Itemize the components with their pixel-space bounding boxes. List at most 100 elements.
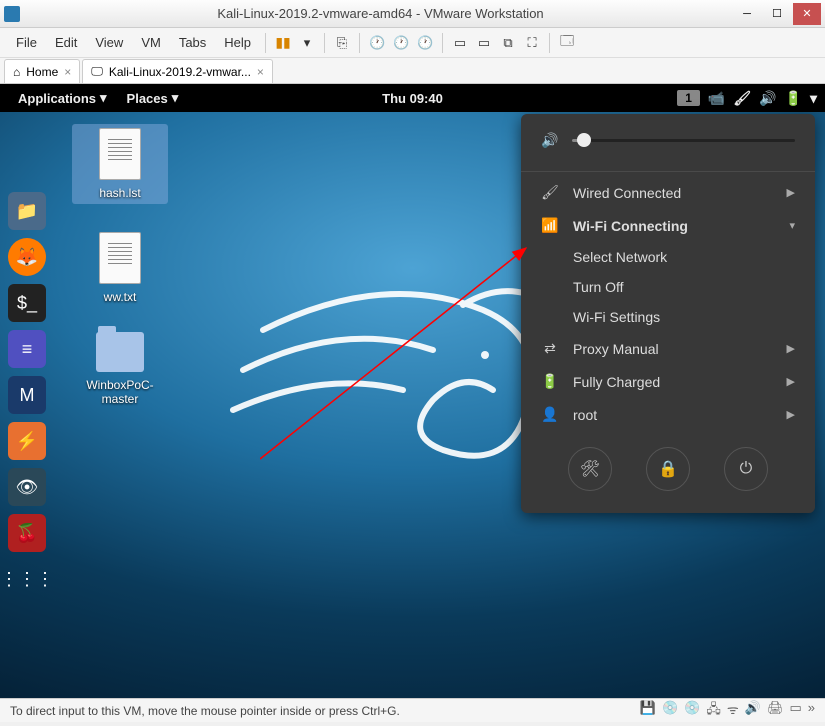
- desktop-icon-hash[interactable]: hash.lst: [72, 124, 168, 204]
- snapshot-icon[interactable]: 🕐: [366, 32, 388, 54]
- chevron-down-icon: ▾: [172, 90, 179, 106]
- places-menu[interactable]: Places▾: [119, 90, 187, 106]
- speaker-icon: 🔊: [541, 132, 558, 149]
- close-button[interactable]: ✕: [793, 3, 821, 25]
- text-file-icon: [99, 232, 141, 284]
- send-icon[interactable]: ⎘: [331, 32, 353, 54]
- volume-slider[interactable]: [572, 139, 795, 142]
- menu-tabs[interactable]: Tabs: [171, 31, 214, 54]
- network-icon[interactable]: 🖧: [706, 700, 721, 722]
- vmware-menubar: File Edit View VM Tabs Help ▮▮ ▾ ⎘ 🕐 🕐 🕐…: [0, 28, 825, 58]
- battery-icon: 🔋: [541, 373, 559, 390]
- chevron-right-icon: ▶: [787, 408, 795, 421]
- sound-icon[interactable]: 🔊: [745, 700, 761, 722]
- dropdown-icon[interactable]: ▾: [296, 32, 318, 54]
- dock-firefox[interactable]: 🦊: [8, 238, 46, 276]
- proxy-icon: ⇄: [541, 340, 559, 357]
- wifi-turn-off[interactable]: Turn Off: [521, 272, 815, 302]
- settings-button[interactable]: 🛠: [568, 447, 612, 491]
- usb-icon[interactable]: ᯤ: [727, 700, 739, 722]
- menu-wired[interactable]: 🖌 Wired Connected ▶: [521, 176, 815, 209]
- desktop-icon-ww[interactable]: ww.txt: [72, 232, 168, 304]
- dock-terminal[interactable]: $_: [8, 284, 46, 322]
- printer-icon[interactable]: 🖨: [767, 700, 784, 722]
- dock-zenmap[interactable]: 👁: [8, 468, 46, 506]
- chevron-right-icon: ▶: [787, 342, 795, 355]
- vm-viewport[interactable]: Applications▾ Places▾ Thu 09:40 1 📹 🖌 🔊 …: [0, 84, 825, 698]
- menu-proxy[interactable]: ⇄ Proxy Manual ▶: [521, 332, 815, 365]
- dock-cherrytree[interactable]: 🍒: [8, 514, 46, 552]
- chevron-down-icon: ▾: [789, 219, 795, 232]
- tab-vm-close[interactable]: ×: [257, 65, 264, 79]
- tab-home[interactable]: ⌂ Home ×: [4, 59, 80, 83]
- dock: 📁 🦊 $_ ≡ M ⚡ 👁 🍒 ⋮⋮⋮: [0, 184, 54, 606]
- unity-icon[interactable]: ▭: [473, 32, 495, 54]
- chevron-icon[interactable]: »: [808, 700, 815, 722]
- maximize-button[interactable]: ☐: [763, 3, 791, 25]
- vmware-statusbar: To direct input to this VM, move the mou…: [0, 698, 825, 722]
- revert-icon[interactable]: 🕐: [390, 32, 412, 54]
- wifi-select-network[interactable]: Select Network: [521, 242, 815, 272]
- stretch-icon[interactable]: ⛶: [521, 32, 543, 54]
- chevron-right-icon: ▶: [787, 186, 795, 199]
- wifi-settings[interactable]: Wi-Fi Settings: [521, 302, 815, 332]
- menu-view[interactable]: View: [87, 31, 131, 54]
- tab-home-close[interactable]: ×: [64, 65, 71, 79]
- vmware-logo-icon: [4, 6, 20, 22]
- desktop-icons: hash.lst ww.txt WinboxPoC-master: [72, 124, 168, 406]
- record-icon[interactable]: 📹: [708, 90, 725, 107]
- status-text: To direct input to this VM, move the mou…: [10, 704, 400, 718]
- dock-metasploit[interactable]: M: [8, 376, 46, 414]
- icon-label: hash.lst: [99, 186, 140, 200]
- chevron-right-icon: ▶: [787, 375, 795, 388]
- dock-files[interactable]: 📁: [8, 192, 46, 230]
- disk-icon[interactable]: 💾: [640, 700, 656, 722]
- volume-slider-row: 🔊: [521, 114, 815, 167]
- vmware-tabs: ⌂ Home × 🖵 Kali-Linux-2019.2-vmwar... ×: [0, 58, 825, 84]
- dock-burpsuite[interactable]: ⚡: [8, 422, 46, 460]
- menu-battery[interactable]: 🔋 Fully Charged ▶: [521, 365, 815, 398]
- minimize-button[interactable]: ─: [733, 3, 761, 25]
- library-icon[interactable]: 🗔: [556, 32, 578, 54]
- folder-icon: [96, 332, 144, 372]
- wifi-icon: 📶: [541, 217, 559, 234]
- user-icon: 👤: [541, 406, 559, 423]
- tab-vm-label: Kali-Linux-2019.2-vmwar...: [109, 65, 251, 79]
- menu-user[interactable]: 👤 root ▶: [521, 398, 815, 431]
- brush-icon: 🖌: [541, 184, 559, 201]
- brush-icon[interactable]: 🖌: [733, 90, 751, 107]
- power-button[interactable]: ⏻: [724, 447, 768, 491]
- chevron-down-icon: ▾: [100, 90, 107, 106]
- clock[interactable]: Thu 09:40: [374, 91, 451, 106]
- workspace-indicator[interactable]: 1: [677, 90, 700, 106]
- applications-menu[interactable]: Applications▾: [10, 90, 115, 106]
- console-icon[interactable]: ⧉: [497, 32, 519, 54]
- icon-label: ww.txt: [104, 290, 137, 304]
- menu-help[interactable]: Help: [216, 31, 259, 54]
- dock-texteditor[interactable]: ≡: [8, 330, 46, 368]
- pause-icon[interactable]: ▮▮: [272, 32, 294, 54]
- icon-label: WinboxPoC-master: [72, 378, 168, 406]
- manage-snapshot-icon[interactable]: 🕐: [414, 32, 436, 54]
- menu-wifi[interactable]: 📶 Wi-Fi Connecting ▾: [521, 209, 815, 242]
- window-title: Kali-Linux-2019.2-vmware-amd64 - VMware …: [28, 6, 733, 21]
- menu-vm[interactable]: VM: [133, 31, 169, 54]
- tab-vm[interactable]: 🖵 Kali-Linux-2019.2-vmwar... ×: [82, 59, 273, 83]
- lock-button[interactable]: 🔒: [646, 447, 690, 491]
- battery-icon[interactable]: 🔋: [785, 90, 802, 107]
- chevron-down-icon[interactable]: ▾: [810, 90, 817, 107]
- gnome-topbar: Applications▾ Places▾ Thu 09:40 1 📹 🖌 🔊 …: [0, 84, 825, 112]
- vm-tab-icon: 🖵: [91, 64, 103, 79]
- cd-icon[interactable]: 💿: [662, 700, 678, 722]
- text-file-icon: [99, 128, 141, 180]
- dock-show-apps[interactable]: ⋮⋮⋮: [8, 560, 46, 598]
- volume-icon[interactable]: 🔊: [759, 90, 776, 107]
- desktop-icon-winboxpoc[interactable]: WinboxPoC-master: [72, 332, 168, 406]
- cd-icon[interactable]: 💿: [684, 700, 700, 722]
- menu-file[interactable]: File: [8, 31, 45, 54]
- menu-edit[interactable]: Edit: [47, 31, 85, 54]
- fullscreen-icon[interactable]: ▭: [449, 32, 471, 54]
- tab-home-label: Home: [26, 65, 58, 79]
- system-menu: 🔊 🖌 Wired Connected ▶ 📶 Wi-Fi Connecting…: [521, 114, 815, 513]
- device-icon[interactable]: ▭: [789, 700, 801, 722]
